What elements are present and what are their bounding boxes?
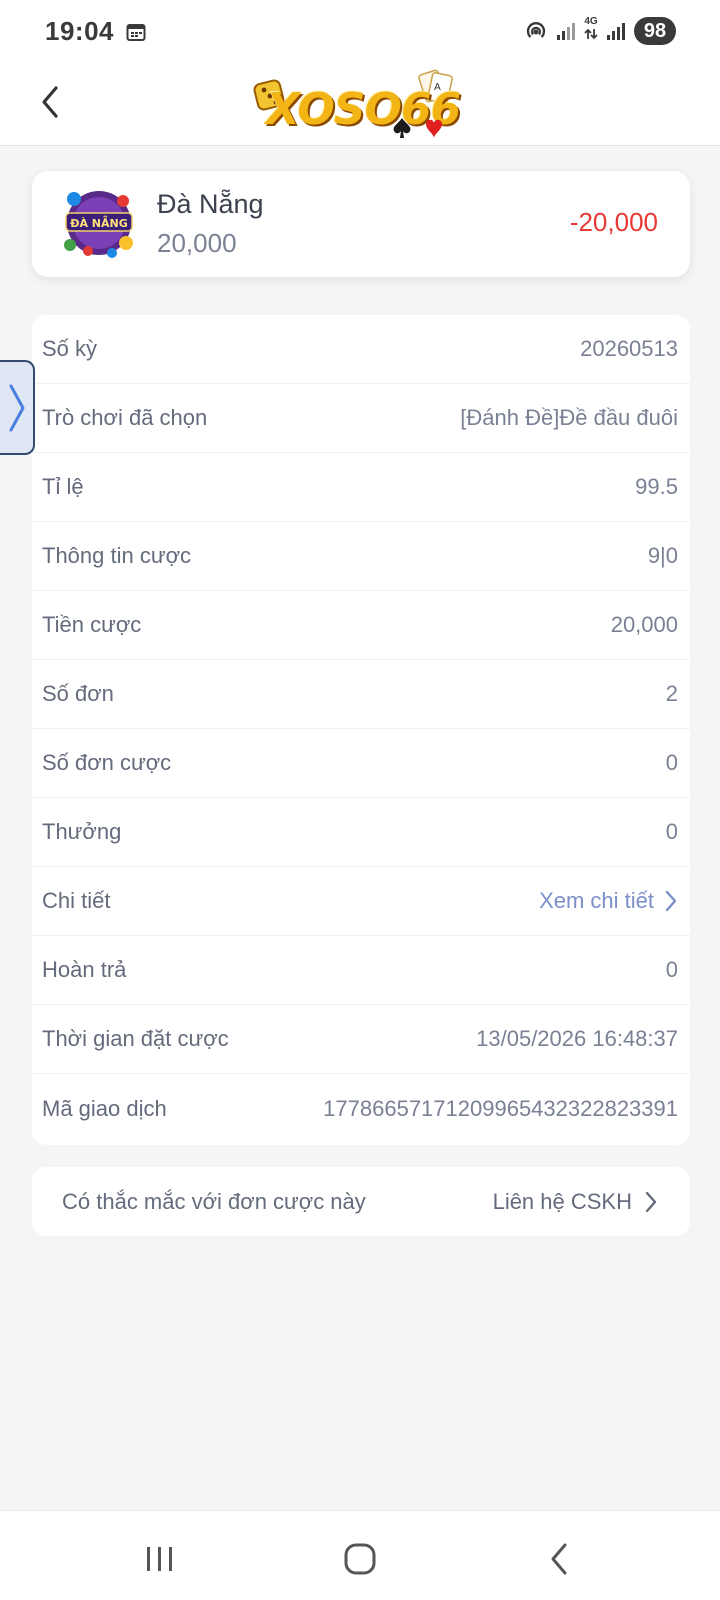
detail-label: Thời gian đặt cược [42,1026,229,1051]
network-type: 4G [584,17,598,45]
chevron-right-icon [665,890,677,912]
detail-label: Mã giao dịch [42,1095,167,1121]
transaction-id: 1778665717120996543232282339​1 [323,1095,678,1121]
bet-details-card: Số kỳ 20260513 Trò chơi đã chọn [Đánh Đề… [32,315,690,1145]
detail-label: Thưởng [42,819,122,844]
detail-row-bet-info: Thông tin cược 9|0 [32,522,690,591]
detail-label: Số đơn cược [42,750,172,775]
view-details-label: Xem chi tiết [539,888,654,913]
detail-value: 9|0 [647,543,678,568]
detail-label: Trò chơi đã chọn [42,405,208,430]
game-thumbnail: ĐÀ NẴNG [64,191,133,258]
detail-row-rebate: Hoàn trả 0 [32,936,690,1005]
detail-label: Số kỳ [42,336,98,361]
detail-label: Tiền cược [42,612,142,637]
status-time: 19:04 [45,16,114,46]
detail-value: [Đánh Đề]Đề đầu đuôi [460,405,678,430]
detail-row-bet-orders: Số đơn cược 0 [32,729,690,798]
app-header: A XOSO66 [0,62,720,146]
status-icons: 4G 98 [524,17,676,45]
system-nav-bar [0,1510,720,1600]
support-card: Có thắc mắc với đơn cược này Liên hệ CSK… [32,1167,690,1236]
game-thumbnail-label: ĐÀ NẴNG [70,215,128,230]
chevron-left-icon [42,86,58,118]
detail-label: Chi tiết [42,888,111,913]
detail-row-bet-time: Thời gian đặt cược 13/05/2026 16:48:37 [32,1005,690,1074]
view-details-link[interactable]: Xem chi tiết [539,888,678,914]
detail-row-orders: Số đơn 2 [32,660,690,729]
card-suits-icon [393,118,442,138]
brand-logo: A XOSO66 [252,68,462,146]
detail-value: 2 [665,681,678,706]
signal-icon [557,23,575,40]
detail-label: Số đơn [42,681,114,706]
game-name: Đà Nẵng [157,189,264,219]
signal-icon [607,23,625,40]
detail-value: 99.5 [635,474,678,499]
detail-value: 20260513 [580,336,678,361]
win-loss-amount: -20,000 [569,207,658,237]
detail-value: 20,000 [610,612,678,637]
detail-row-reward: Thưởng 0 [32,798,690,867]
bet-summary-card: ĐÀ NẴNG Đà Nẵng 20,000 -20,000 [32,171,690,277]
detail-value: 0 [665,819,678,844]
detail-label: Hoàn trả [42,957,127,982]
detail-label: Thông tin cược [42,543,191,568]
detail-row-odds: Tỉ lệ 99.5 [32,453,690,522]
detail-row-details: Chi tiết Xem chi tiết [32,867,690,936]
bet-amount: 20,000 [157,228,237,258]
recent-apps-icon [147,1547,172,1571]
chevron-right-icon [645,1191,657,1212]
system-back-button[interactable] [530,1537,590,1581]
detail-value: 0 [665,750,678,775]
status-bar: 19:04 4G 98 [0,0,720,62]
contact-support-link[interactable]: Liên hệ CSKH [493,1189,658,1215]
detail-label: Tỉ lệ [42,474,84,499]
chevron-right-icon [9,384,24,431]
side-drawer-toggle[interactable] [0,360,35,455]
back-button[interactable] [34,80,68,124]
hotspot-icon [526,22,546,38]
home-icon [344,1543,376,1575]
calendar-icon [126,24,146,41]
battery-indicator: 98 [634,17,676,45]
data-arrows-icon [584,28,598,40]
back-icon [551,1543,567,1575]
detail-row-stake: Tiền cược 20,000 [32,591,690,660]
support-question: Có thắc mắc với đơn cược này [62,1188,366,1214]
detail-value: 13/05/2026 16:48:37 [476,1026,678,1051]
home-button[interactable] [330,1537,390,1581]
detail-row-period: Số kỳ 20260513 [32,315,690,384]
detail-row-transaction-id: Mã giao dịch 177866571712099654323228233… [32,1074,690,1143]
detail-value: 0 [665,957,678,982]
detail-row-game: Trò chơi đã chọn [Đánh Đề]Đề đầu đuôi [32,384,690,453]
contact-support-label: Liên hệ CSKH [492,1188,632,1214]
recent-apps-button[interactable] [130,1537,190,1581]
